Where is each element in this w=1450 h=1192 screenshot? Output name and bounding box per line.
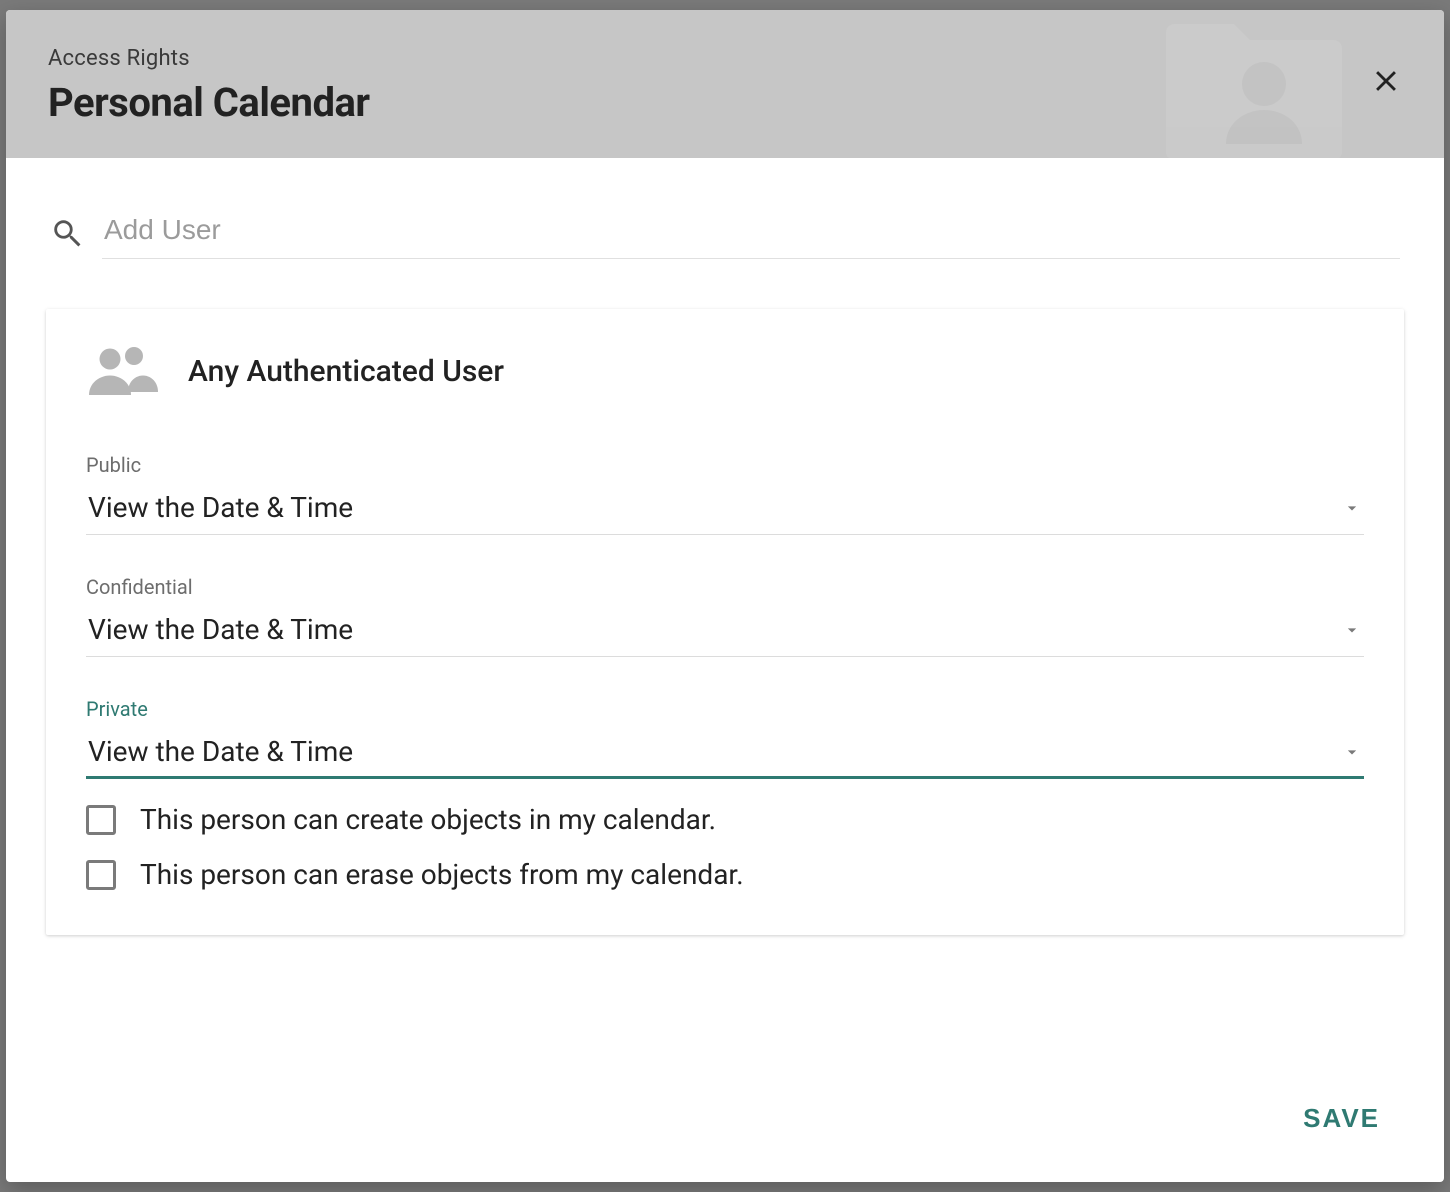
dialog-body: Any Authenticated User Public View the D… xyxy=(6,158,1444,1069)
save-button[interactable]: SAVE xyxy=(1287,1095,1396,1142)
dialog-footer: SAVE xyxy=(6,1069,1444,1182)
chevron-down-icon xyxy=(1342,498,1362,518)
dialog-header: Access Rights Personal Calendar xyxy=(6,10,1444,158)
permission-public: Public View the Date & Time xyxy=(86,453,1364,535)
checkbox-erase-label: This person can erase objects from my ca… xyxy=(140,858,744,891)
chevron-down-icon xyxy=(1342,742,1362,762)
user-card-header: Any Authenticated User xyxy=(86,343,1364,399)
permission-confidential-label: Confidential xyxy=(86,575,1364,599)
search-icon xyxy=(50,216,84,250)
permission-public-label: Public xyxy=(86,453,1364,477)
permission-private: Private View the Date & Time xyxy=(86,697,1364,779)
permission-private-select[interactable]: View the Date & Time xyxy=(86,729,1364,779)
permission-confidential-select[interactable]: View the Date & Time xyxy=(86,607,1364,657)
checkbox-create-label: This person can create objects in my cal… xyxy=(140,803,716,836)
permission-private-value: View the Date & Time xyxy=(88,735,353,768)
permission-confidential: Confidential View the Date & Time xyxy=(86,575,1364,657)
access-rights-dialog: Access Rights Personal Calendar xyxy=(6,10,1444,1182)
checkbox-create[interactable] xyxy=(86,805,116,835)
permission-private-label: Private xyxy=(86,697,1364,721)
dialog-subtitle: Access Rights xyxy=(48,46,1402,71)
close-button[interactable] xyxy=(1364,60,1408,104)
add-user-search xyxy=(46,206,1404,267)
permission-public-value: View the Date & Time xyxy=(88,491,353,524)
checkbox-create-row: This person can create objects in my cal… xyxy=(86,803,1364,836)
checkbox-erase[interactable] xyxy=(86,860,116,890)
checkbox-erase-row: This person can erase objects from my ca… xyxy=(86,858,1364,891)
group-icon xyxy=(86,343,158,399)
close-icon xyxy=(1369,64,1403,101)
dialog-title: Personal Calendar xyxy=(48,79,1402,126)
add-user-input[interactable] xyxy=(102,206,1400,259)
permission-confidential-value: View the Date & Time xyxy=(88,613,353,646)
chevron-down-icon xyxy=(1342,620,1362,640)
user-title: Any Authenticated User xyxy=(188,354,504,389)
permission-public-select[interactable]: View the Date & Time xyxy=(86,485,1364,535)
user-permissions-card: Any Authenticated User Public View the D… xyxy=(46,309,1404,935)
